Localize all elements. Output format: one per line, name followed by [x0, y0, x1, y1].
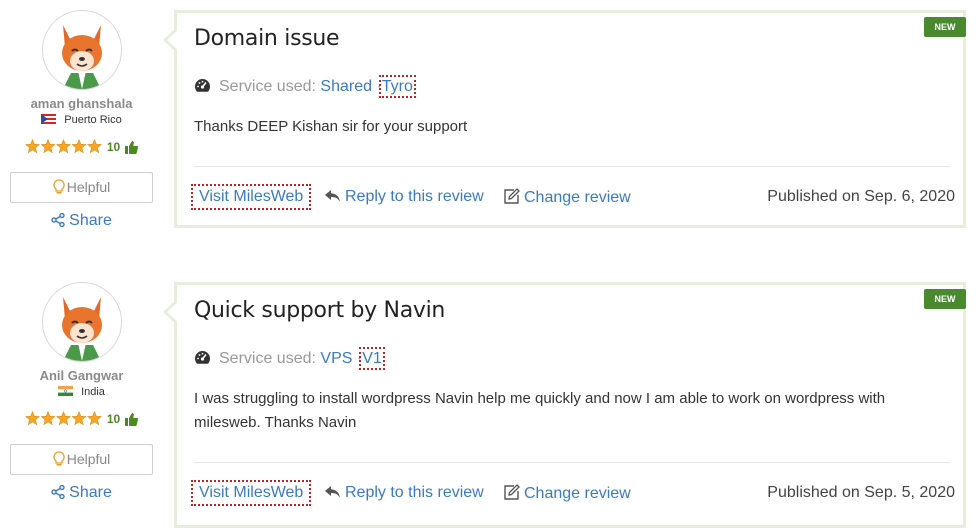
review-card: NEW Domain issue Service used: Shared ·T… [163, 10, 966, 228]
fox-avatar-icon [43, 283, 121, 361]
thumbs-up-icon [125, 412, 139, 426]
avatar[interactable] [42, 282, 122, 362]
reviewer-country: Puerto Rico [10, 114, 153, 126]
service-used: Service used: VPS ·V1 [194, 347, 385, 370]
new-badge: NEW [924, 289, 966, 309]
published-date: Published on Sep. 5, 2020 [767, 484, 955, 501]
review-body: Thanks DEEP Kishan sir for your support [194, 118, 468, 135]
avatar[interactable] [42, 10, 122, 90]
reply-icon [325, 190, 340, 202]
change-label: Change review [524, 189, 631, 206]
divider [194, 462, 950, 463]
change-label: Change review [524, 485, 631, 502]
visit-company-link[interactable]: Visit MilesWeb [191, 480, 312, 506]
reply-icon [325, 486, 340, 498]
helpful-button[interactable]: Helpful [10, 444, 153, 475]
share-button[interactable]: Share [10, 484, 153, 502]
country-label: Puerto Rico [64, 114, 122, 126]
change-review-link[interactable]: Change review [503, 484, 631, 503]
published-date: Published on Sep. 6, 2020 [767, 188, 955, 205]
new-badge: NEW [924, 17, 966, 37]
service-plan-link[interactable]: Tyro [378, 75, 416, 98]
reply-label: Reply to this review [345, 188, 484, 205]
review-body: I was struggling to install wordpress Na… [194, 390, 886, 431]
divider [194, 166, 950, 167]
reply-label: Reply to this review [345, 484, 484, 501]
thumb-count: 10 [106, 411, 121, 426]
helpful-label: Helpful [66, 179, 111, 195]
service-plan-link[interactable]: V1 [359, 347, 385, 370]
puerto-rico-flag-icon [41, 114, 57, 124]
reply-link[interactable]: Reply to this review [325, 188, 484, 206]
reviewer-country: India [10, 386, 153, 398]
reply-link[interactable]: Reply to this review [325, 484, 484, 502]
share-icon [51, 484, 65, 500]
lightbulb-icon [53, 179, 65, 194]
speedometer-icon [195, 79, 210, 92]
service-label: Service used: [219, 78, 316, 95]
india-flag-icon [58, 386, 74, 396]
lightbulb-icon [53, 451, 65, 466]
edit-icon [504, 484, 520, 500]
thumb-count: 10 [106, 139, 121, 154]
country-label: India [81, 386, 105, 398]
service-label: Service used: [219, 350, 316, 367]
thumbs-up-icon [125, 140, 139, 154]
five-stars-icon [24, 411, 102, 426]
share-label: Share [69, 212, 112, 229]
edit-icon [504, 188, 520, 204]
service-used: Service used: Shared ·Tyro [194, 75, 416, 98]
service-type-link[interactable]: VPS [320, 350, 352, 367]
change-review-link[interactable]: Change review [503, 188, 631, 207]
review-actions: Visit MilesWeb Reply to this review Chan… [191, 480, 955, 508]
visit-company-link[interactable]: Visit MilesWeb [191, 184, 312, 210]
speedometer-icon [195, 351, 210, 364]
five-stars-icon [24, 139, 102, 154]
share-icon [51, 212, 65, 228]
share-label: Share [69, 484, 112, 501]
reviewer-name[interactable]: aman ghanshala [10, 96, 153, 111]
helpful-label: Helpful [66, 451, 111, 467]
review-actions: Visit MilesWeb Reply to this review Chan… [191, 184, 955, 212]
review-card: NEW Quick support by Navin Service used:… [163, 282, 966, 528]
share-button[interactable]: Share [10, 212, 153, 230]
helpful-button[interactable]: Helpful [10, 172, 153, 203]
fox-avatar-icon [43, 11, 121, 89]
service-type-link[interactable]: Shared [320, 78, 372, 95]
reviewer-name[interactable]: Anil Gangwar [10, 368, 153, 383]
review-title: Quick support by Navin [194, 298, 446, 323]
rating: 10 [10, 138, 153, 156]
service-separator: · [376, 78, 382, 95]
rating: 10 [10, 410, 153, 428]
review-title: Domain issue [194, 26, 340, 51]
